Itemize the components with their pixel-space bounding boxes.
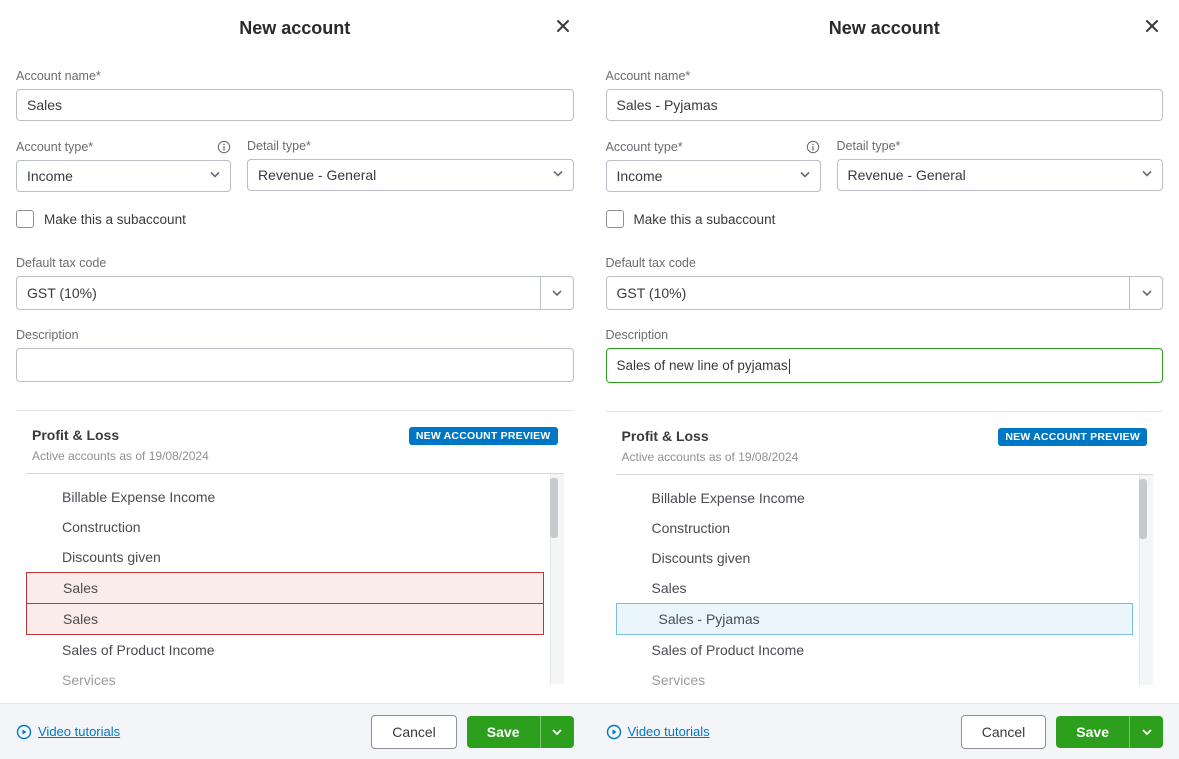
description-label: Description	[16, 328, 574, 342]
save-button[interactable]: Save	[467, 716, 540, 748]
save-dropdown-button[interactable]	[1129, 716, 1163, 748]
scrollbar-thumb[interactable]	[550, 478, 558, 538]
list-item[interactable]: Sales - Pyjamas	[616, 603, 1134, 635]
list-item[interactable]: Sales of Product Income	[616, 635, 1134, 665]
chevron-down-icon	[1129, 276, 1163, 310]
preview-section: Profit & Loss NEW ACCOUNT PREVIEW Active…	[16, 410, 574, 684]
preview-sub: Active accounts as of 19/08/2024	[26, 449, 564, 463]
video-tutorials-link[interactable]: Video tutorials	[606, 724, 710, 740]
preview-section: Profit & Loss NEW ACCOUNT PREVIEW Active…	[606, 411, 1164, 685]
dialog-title: New account	[239, 18, 350, 38]
detail-type-label: Detail type*	[837, 139, 1164, 153]
scrollbar-thumb[interactable]	[1139, 479, 1147, 539]
panel-right: New account Account name* Account type*	[590, 0, 1179, 759]
video-tutorials-link[interactable]: Video tutorials	[16, 724, 120, 740]
tax-label: Default tax code	[16, 256, 574, 270]
list-item[interactable]: Sales of Product Income	[26, 635, 544, 665]
account-type-label: Account type*	[606, 140, 683, 154]
account-name-input[interactable]	[606, 89, 1164, 121]
preview-title: Profit & Loss	[622, 428, 709, 444]
subaccount-label: Make this a subaccount	[44, 212, 186, 227]
account-type-select[interactable]: Income	[606, 160, 821, 192]
preview-badge: NEW ACCOUNT PREVIEW	[409, 427, 558, 445]
description-input[interactable]	[16, 348, 574, 382]
subaccount-label: Make this a subaccount	[634, 212, 776, 227]
account-name-label: Account name*	[606, 69, 1164, 83]
footer: Video tutorials Cancel Save	[0, 703, 590, 759]
close-icon[interactable]	[1141, 18, 1163, 40]
account-name-input[interactable]	[16, 89, 574, 121]
description-input[interactable]: Sales of new line of pyjamas	[606, 348, 1164, 383]
footer: Video tutorials Cancel Save	[590, 703, 1179, 759]
cancel-button[interactable]: Cancel	[371, 715, 457, 749]
subaccount-checkbox[interactable]	[606, 210, 624, 228]
list-item[interactable]: Construction	[616, 513, 1134, 543]
list-item[interactable]: Services	[616, 665, 1134, 695]
description-label: Description	[606, 328, 1164, 342]
cancel-button[interactable]: Cancel	[961, 715, 1047, 749]
tax-select[interactable]: GST (10%)	[16, 276, 574, 310]
account-name-label: Account name*	[16, 69, 574, 83]
list-item[interactable]: Construction	[26, 512, 544, 542]
tax-select[interactable]: GST (10%)	[606, 276, 1164, 310]
info-icon[interactable]	[216, 139, 231, 154]
panel-left: New account Account name* Account type*	[0, 0, 590, 759]
list-item[interactable]: Discounts given	[616, 543, 1134, 573]
subaccount-checkbox[interactable]	[16, 210, 34, 228]
dialog-title: New account	[829, 18, 940, 38]
preview-title: Profit & Loss	[32, 427, 119, 443]
list-item[interactable]: Sales	[26, 603, 544, 635]
list-item[interactable]: Sales	[26, 572, 544, 603]
text-cursor	[789, 359, 790, 374]
list-item[interactable]: Billable Expense Income	[26, 482, 544, 512]
list-item[interactable]: Services	[26, 665, 544, 695]
list-item[interactable]: Discounts given	[26, 542, 544, 572]
detail-type-select[interactable]: Revenue - General	[837, 159, 1164, 191]
tax-label: Default tax code	[606, 256, 1164, 270]
close-icon[interactable]	[552, 18, 574, 40]
save-dropdown-button[interactable]	[540, 716, 574, 748]
save-button[interactable]: Save	[1056, 716, 1129, 748]
account-type-select[interactable]: Income	[16, 160, 231, 192]
detail-type-select[interactable]: Revenue - General	[247, 159, 574, 191]
account-type-label: Account type*	[16, 140, 93, 154]
preview-badge: NEW ACCOUNT PREVIEW	[998, 428, 1147, 446]
info-icon[interactable]	[806, 139, 821, 154]
list-item[interactable]: Billable Expense Income	[616, 483, 1134, 513]
chevron-down-icon	[540, 276, 574, 310]
detail-type-label: Detail type*	[247, 139, 574, 153]
list-item[interactable]: Sales	[616, 573, 1134, 603]
preview-sub: Active accounts as of 19/08/2024	[616, 450, 1154, 464]
